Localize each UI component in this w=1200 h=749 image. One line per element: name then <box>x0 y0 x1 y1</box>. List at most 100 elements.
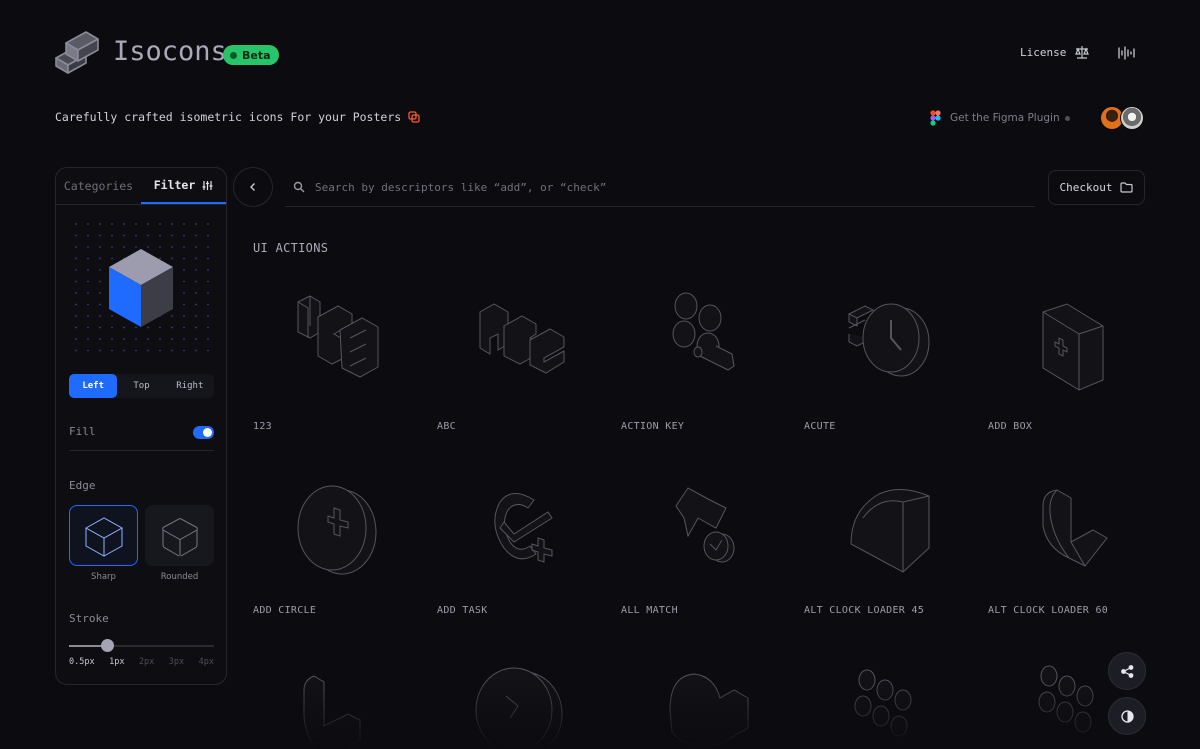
stroke-tick[interactable]: 0.5px <box>69 657 95 667</box>
grid-dot <box>111 349 113 352</box>
icon-card[interactable] <box>621 640 791 749</box>
grid-dot <box>183 326 185 329</box>
grid-dot <box>87 292 89 294</box>
slider-thumb[interactable] <box>101 639 114 652</box>
grid-dot <box>147 246 149 248</box>
stroke-slider[interactable] <box>69 639 214 652</box>
stroke-ticks: 0.5px 1px 2px 3px 4px <box>69 657 214 667</box>
icon-card-123[interactable]: 123 <box>253 272 423 432</box>
stroke-tick[interactable]: 4px <box>199 657 214 667</box>
grid-dot <box>147 326 149 329</box>
grid-dot <box>183 315 185 317</box>
stroke-tick[interactable]: 1px <box>109 657 124 667</box>
action-key-icon <box>672 292 735 371</box>
view-top-button[interactable]: Top <box>117 374 165 398</box>
edge-rounded-caption: Rounded <box>160 572 199 582</box>
grid-dot <box>207 349 209 352</box>
grid-dot <box>147 349 149 352</box>
avatar[interactable] <box>1120 106 1144 130</box>
icon-card-abc[interactable]: ABC <box>437 272 607 432</box>
icon-card-add-box[interactable]: ADD BOX <box>988 272 1158 432</box>
checkout-button[interactable]: Checkout <box>1048 170 1145 205</box>
icon-card-acute[interactable]: ACUTE <box>804 272 974 432</box>
tab-categories[interactable]: Categories <box>56 168 141 204</box>
shape-icon <box>669 673 749 746</box>
edge-sharp-option[interactable] <box>69 505 138 566</box>
grid-dot <box>159 223 161 225</box>
separator-dot <box>1065 116 1070 121</box>
grid-dot <box>171 234 173 237</box>
grid-dot <box>207 223 209 225</box>
grid-dot <box>207 280 209 283</box>
sliders-icon <box>202 180 213 190</box>
grid-dot <box>99 280 101 283</box>
icon-card-add-circle[interactable]: ADD CIRCLE <box>253 456 423 616</box>
view-switcher: Left Top Right <box>69 374 214 398</box>
icon-card-add-task[interactable]: ADD TASK <box>437 456 607 616</box>
grid-dot <box>111 315 113 317</box>
beta-label: Beta <box>242 48 271 62</box>
icon-card[interactable] <box>253 640 423 749</box>
grid-dot <box>99 303 101 306</box>
grid-dot <box>99 292 101 294</box>
icon-label: ADD CIRCLE <box>253 605 317 616</box>
grid-dot <box>99 349 101 352</box>
share-button[interactable] <box>1108 652 1146 690</box>
icon-card-all-match[interactable]: ALL MATCH <box>621 456 791 616</box>
fill-toggle[interactable] <box>193 426 214 439</box>
grid-dot <box>195 234 197 237</box>
icon-card[interactable] <box>804 640 974 749</box>
stroke-tick[interactable]: 2px <box>139 657 154 667</box>
back-button[interactable] <box>233 167 273 207</box>
grid-dot <box>99 338 101 340</box>
icon-card-alt-clock-loader-60[interactable]: ALT CLOCK LOADER 60 <box>988 456 1158 616</box>
add-box-icon <box>1042 303 1104 391</box>
license-link[interactable]: License <box>1020 44 1090 60</box>
figma-plugin-link[interactable]: Get the Figma Plugin <box>930 110 1060 126</box>
grid-dot <box>75 303 77 306</box>
grid-dot <box>135 349 137 352</box>
audio-wave-icon[interactable] <box>1117 45 1135 61</box>
stroke-tick[interactable]: 3px <box>169 657 184 667</box>
grid-dot <box>171 257 173 260</box>
grid-dot <box>195 269 197 271</box>
grid-dot <box>183 292 185 294</box>
grid-dot <box>183 280 185 283</box>
grid-dot <box>123 246 125 248</box>
grid-dot <box>123 326 125 329</box>
icon-card-alt-clock-loader-45[interactable]: ALT CLOCK LOADER 45 <box>804 456 974 616</box>
icon-label: ADD TASK <box>437 605 488 616</box>
search-input[interactable] <box>315 180 1015 194</box>
grid-dot <box>75 338 77 340</box>
grid-dot <box>195 315 197 317</box>
fill-row: Fill <box>69 423 214 451</box>
icon-label: 123 <box>253 421 272 432</box>
grid-dot <box>135 338 137 340</box>
icon-card-action-key[interactable]: ACTION KEY <box>621 272 791 432</box>
share-icon <box>1120 664 1133 678</box>
grid-dot <box>135 246 137 248</box>
grid-dot <box>207 338 209 340</box>
grid-dot <box>99 246 101 248</box>
view-right-button[interactable]: Right <box>166 374 214 398</box>
grid-dot <box>171 326 173 329</box>
clock-loader-45-icon <box>850 489 930 573</box>
tab-filter[interactable]: Filter <box>141 168 226 204</box>
theme-toggle-button[interactable] <box>1108 697 1146 735</box>
contrast-icon <box>1120 709 1134 723</box>
grid-dot <box>111 257 113 260</box>
grid-dot <box>183 349 185 352</box>
all-match-icon <box>675 487 735 563</box>
grid-dot <box>99 223 101 225</box>
copy-icon[interactable] <box>408 111 420 123</box>
icon-card[interactable] <box>437 640 607 749</box>
grid-dot <box>111 326 113 329</box>
view-left-button[interactable]: Left <box>69 374 118 398</box>
search-bar <box>285 168 1035 207</box>
grid-dot <box>75 292 77 294</box>
grid-dot <box>75 234 77 237</box>
grid-dot <box>135 234 137 237</box>
grid-dot <box>87 269 89 271</box>
grid-dot <box>99 257 101 260</box>
edge-rounded-option[interactable] <box>145 505 214 566</box>
